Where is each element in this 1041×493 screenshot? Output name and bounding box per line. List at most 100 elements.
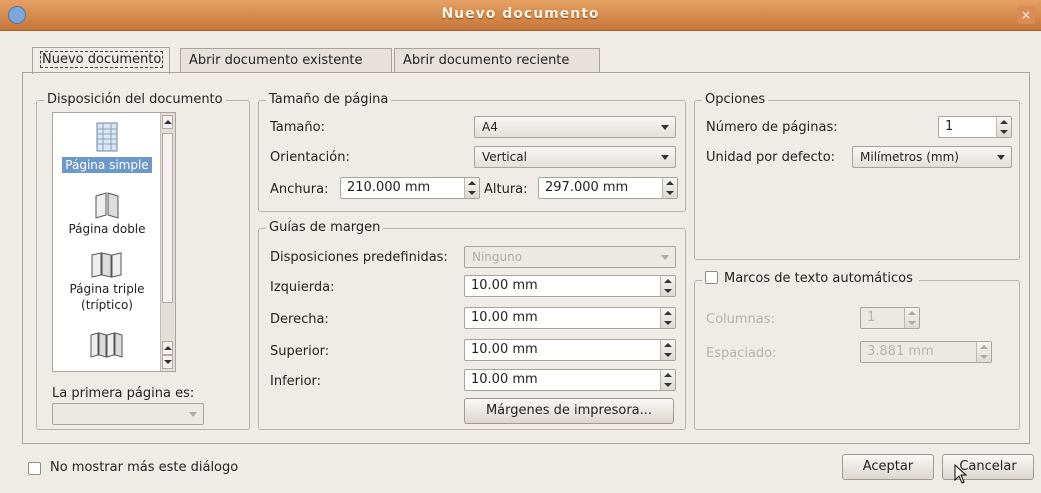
width-spinbox[interactable]: 210.000 mm xyxy=(340,177,480,199)
left-margin-label: Izquierda: xyxy=(270,280,335,295)
spin-down-icon xyxy=(1000,130,1008,134)
top-margin-value: 10.00 mm xyxy=(471,342,538,357)
pages-count-spin-buttons[interactable] xyxy=(996,117,1011,137)
auto-frames-checkbox[interactable] xyxy=(705,271,718,284)
spin-down-icon xyxy=(664,289,672,293)
size-value: A4 xyxy=(482,120,498,134)
right-margin-label: Derecha: xyxy=(270,312,329,327)
spin-up-icon xyxy=(666,181,674,185)
tab-label: Nuevo documento xyxy=(39,51,164,68)
bottom-margin-value: 10.00 mm xyxy=(471,372,538,387)
list-item-double-page[interactable]: Página doble xyxy=(53,191,161,237)
width-label: Anchura: xyxy=(270,182,329,197)
tab-label: Abrir documento reciente xyxy=(403,53,570,68)
spin-up-icon xyxy=(664,311,672,315)
tab-abrir-documento-reciente[interactable]: Abrir documento reciente xyxy=(394,48,600,72)
spin-up-icon xyxy=(468,181,476,185)
bottom-margin-spinbox[interactable]: 10.00 mm xyxy=(464,369,676,391)
dont-show-label: No mostrar más este diálogo xyxy=(50,460,239,475)
spin-up-icon xyxy=(1000,120,1008,124)
chevron-down-icon xyxy=(189,412,197,417)
list-item-single-page[interactable]: Página simple xyxy=(53,121,161,173)
right-margin-spinbox[interactable]: 10.00 mm xyxy=(464,307,676,329)
spin-down-icon xyxy=(980,355,988,359)
bottom-margin-label: Inferior: xyxy=(270,374,322,389)
layout-frame-title: Disposición del documento xyxy=(44,92,226,107)
orientation-combo[interactable]: Vertical xyxy=(474,146,676,168)
gap-spinbox[interactable]: 3.881 mm xyxy=(860,341,992,363)
left-margin-spinbox[interactable]: 10.00 mm xyxy=(464,275,676,297)
spin-up-icon xyxy=(980,345,988,349)
left-margin-value: 10.00 mm xyxy=(471,278,538,293)
auto-frames-label: Marcos de texto automáticos xyxy=(724,271,913,286)
preset-value: Ninguno xyxy=(472,250,523,264)
columns-value: 1 xyxy=(867,310,876,325)
orientation-value: Vertical xyxy=(482,150,527,164)
spin-down-icon xyxy=(908,321,916,325)
spin-down-icon xyxy=(666,191,674,195)
dont-show-checkbox[interactable] xyxy=(28,462,41,475)
first-page-label: La primera página es: xyxy=(52,386,195,401)
spin-up-icon xyxy=(664,279,672,283)
chevron-down-icon xyxy=(164,360,172,364)
bottom-margin-spin-buttons[interactable] xyxy=(660,370,675,390)
pages-count-label: Número de páginas: xyxy=(706,120,838,135)
first-page-combo[interactable] xyxy=(52,403,204,425)
list-item-triple-page[interactable]: Página triple (tríptico) xyxy=(53,251,161,313)
orientation-label: Orientación: xyxy=(270,150,350,165)
list-item-quad-page[interactable] xyxy=(53,331,161,361)
right-margin-spin-buttons[interactable] xyxy=(660,308,675,328)
scroll-down-button[interactable] xyxy=(162,355,173,369)
gap-spin-buttons[interactable] xyxy=(976,342,991,362)
pages-count-spinbox[interactable]: 1 xyxy=(938,116,1012,138)
single-page-icon xyxy=(96,122,118,152)
spin-down-icon xyxy=(664,321,672,325)
top-margin-spinbox[interactable]: 10.00 mm xyxy=(464,339,676,361)
pages-count-value: 1 xyxy=(945,119,954,134)
preset-combo[interactable]: Ninguno xyxy=(464,246,676,268)
spin-up-icon xyxy=(908,311,916,315)
size-combo[interactable]: A4 xyxy=(474,116,676,138)
layout-list-scrollbar[interactable] xyxy=(160,113,175,371)
printer-margins-button[interactable]: Márgenes de impresora... xyxy=(464,398,674,424)
auto-frames-title: Marcos de texto automáticos xyxy=(702,271,919,286)
mouse-cursor-icon xyxy=(954,464,968,484)
default-unit-value: Milímetros (mm) xyxy=(860,150,959,164)
default-unit-combo[interactable]: Milímetros (mm) xyxy=(852,146,1012,168)
tab-abrir-documento-existente[interactable]: Abrir documento existente xyxy=(180,48,392,72)
page-size-frame-title: Tamaño de página xyxy=(266,92,392,107)
columns-spinbox[interactable]: 1 xyxy=(860,307,920,329)
preset-label: Disposiciones predefinidas: xyxy=(270,250,448,265)
chevron-up-icon xyxy=(164,346,172,350)
columns-label: Columnas: xyxy=(706,312,775,327)
top-margin-label: Superior: xyxy=(270,344,330,359)
top-margin-spin-buttons[interactable] xyxy=(660,340,675,360)
window-title: Nuevo documento xyxy=(441,6,600,22)
height-spin-buttons[interactable] xyxy=(662,178,677,198)
scroll-up-button-lower[interactable] xyxy=(162,341,173,355)
default-unit-label: Unidad por defecto: xyxy=(706,150,836,165)
scroll-up-button[interactable] xyxy=(162,115,173,129)
layout-list[interactable]: Página simple Página doble Página triple… xyxy=(52,112,176,372)
width-spin-buttons[interactable] xyxy=(464,178,479,198)
columns-spin-buttons[interactable] xyxy=(904,308,919,328)
chevron-down-icon xyxy=(661,155,669,160)
spin-up-icon xyxy=(664,343,672,347)
title-bar[interactable]: Nuevo documento × xyxy=(0,0,1041,31)
tab-label: Abrir documento existente xyxy=(189,53,363,68)
list-item-sublabel: (tríptico) xyxy=(81,298,133,312)
height-spinbox[interactable]: 297.000 mm xyxy=(538,177,678,199)
spin-down-icon xyxy=(664,353,672,357)
options-frame-title: Opciones xyxy=(702,92,769,107)
left-margin-spin-buttons[interactable] xyxy=(660,276,675,296)
close-icon[interactable]: × xyxy=(1017,6,1035,24)
scroll-thumb[interactable] xyxy=(162,133,173,303)
height-label: Altura: xyxy=(484,182,528,197)
gap-label: Espaciado: xyxy=(706,346,777,361)
tab-nuevo-documento[interactable]: Nuevo documento xyxy=(32,47,170,74)
list-item-label: Página doble xyxy=(68,222,146,236)
spin-down-icon xyxy=(664,383,672,387)
chevron-down-icon xyxy=(661,125,669,130)
chevron-down-icon xyxy=(661,255,669,260)
accept-button[interactable]: Aceptar xyxy=(842,454,934,480)
